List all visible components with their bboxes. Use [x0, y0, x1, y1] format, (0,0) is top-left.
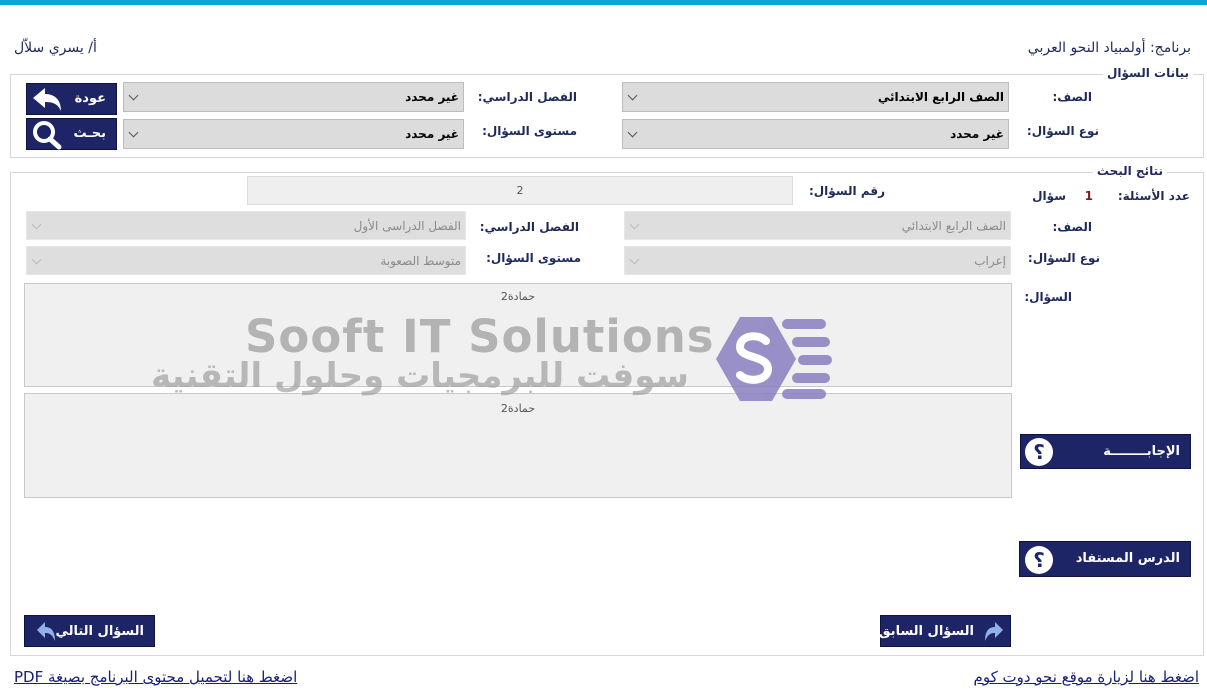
answer-button[interactable]: ؟ الإجابــــــــة	[1020, 434, 1191, 469]
lesson-learned-button[interactable]: ؟ الدرس المستفاد	[1019, 541, 1191, 577]
svg-text:؟: ؟	[1033, 548, 1045, 572]
lesson-learned-button-label: الدرس المستفاد	[1075, 551, 1180, 566]
question-mark-icon: ؟	[1025, 438, 1053, 466]
download-pdf-link[interactable]: اضغط هنا لتحميل محتوى البرنامج بصيغة PDF	[14, 668, 297, 686]
term-select-value: غير محدد	[405, 90, 459, 104]
forward-arrow-icon	[985, 622, 1003, 641]
previous-question-label: السؤال السابق	[878, 624, 974, 639]
back-arrow-icon	[37, 622, 55, 641]
question-number-field: 2	[247, 176, 793, 205]
svg-text:؟: ؟	[1033, 440, 1045, 464]
question-mark-icon: ؟	[1025, 546, 1053, 574]
question-level-select[interactable]: غير محدد	[123, 119, 464, 149]
question-count-value: 1	[1084, 189, 1093, 203]
question-data-legend: بيانات السؤال	[1102, 66, 1193, 80]
program-title: برنامج: أولمبياد النحو العربي	[1027, 40, 1191, 56]
term-label: الفصل الدراسي:	[477, 90, 577, 104]
result-term-label: الفصل الدراسي:	[479, 220, 579, 234]
search-icon	[33, 121, 62, 150]
question-level-label: مستوى السؤال:	[482, 124, 577, 138]
result-grade-value: الصف الرابع الابتدائي	[901, 218, 1006, 233]
result-level-value: متوسط الصعوبة	[380, 253, 461, 268]
result-grade-label: الصف:	[1052, 220, 1092, 234]
previous-question-button[interactable]: السؤال السابق	[878, 615, 1011, 647]
result-question-type-select: إعراب	[624, 246, 1011, 275]
answer-text: حمادة2	[500, 402, 536, 415]
question-count-unit: سؤال	[1032, 189, 1066, 203]
visit-website-link[interactable]: اضغط هنا لزيارة موقع نحو دوت كوم	[974, 668, 1199, 686]
watermark-arabic: سوفت للبرمجيات وحلول التقنية	[150, 356, 689, 396]
chevron-down-icon	[128, 90, 139, 101]
answer-text-box: حمادة2	[24, 393, 1012, 498]
question-number-label: رقم السؤال:	[808, 184, 885, 198]
question-text: حمادة2	[500, 290, 536, 303]
chevron-down-icon	[31, 254, 42, 264]
author-name: أ/ يسري سلاّل	[14, 40, 97, 56]
result-question-type-value: إعراب	[974, 253, 1006, 268]
question-number-value: 2	[516, 184, 524, 197]
result-term-value: الفصل الدراسى الأول	[353, 218, 461, 233]
next-question-button[interactable]: السؤال التالي	[24, 615, 155, 647]
grade-label: الصف:	[1052, 90, 1092, 104]
back-button[interactable]: عودة	[26, 83, 117, 115]
grade-select-value: الصف الرابع الابتدائي	[877, 90, 1004, 104]
chevron-down-icon	[629, 254, 640, 264]
chevron-down-icon	[31, 219, 42, 229]
watermark-logo-icon	[716, 317, 832, 401]
chevron-down-icon	[128, 127, 139, 138]
term-select[interactable]: غير محدد	[123, 82, 464, 112]
back-button-label: عودة	[74, 91, 106, 106]
question-text-label: السؤال:	[1024, 290, 1072, 304]
result-grade-select: الصف الرابع الابتدائي	[624, 211, 1011, 240]
result-question-type-label: نوع السؤال:	[1027, 251, 1100, 265]
result-term-select: الفصل الدراسى الأول	[26, 211, 466, 240]
result-level-select: متوسط الصعوبة	[26, 246, 466, 275]
next-question-label: السؤال التالي	[55, 624, 144, 639]
back-arrow-icon	[33, 88, 61, 111]
chevron-down-icon	[629, 219, 640, 229]
search-button[interactable]: بحـث	[26, 118, 117, 150]
search-button-label: بحـث	[73, 126, 106, 141]
result-level-label: مستوى السؤال:	[486, 251, 581, 265]
question-type-select-value: غير محدد	[950, 127, 1004, 141]
chevron-down-icon	[627, 90, 638, 101]
question-count-label: عدد الأسئلة:	[1117, 189, 1190, 203]
chevron-down-icon	[627, 127, 638, 138]
question-level-select-value: غير محدد	[405, 127, 459, 141]
search-results-legend: نتائج البحث	[1092, 164, 1167, 178]
question-type-select[interactable]: غير محدد	[622, 119, 1009, 149]
answer-button-label: الإجابــــــــة	[1103, 444, 1180, 459]
grade-select[interactable]: الصف الرابع الابتدائي	[622, 82, 1009, 112]
top-accent-bar	[0, 0, 1207, 5]
question-type-label: نوع السؤال:	[1026, 124, 1099, 138]
